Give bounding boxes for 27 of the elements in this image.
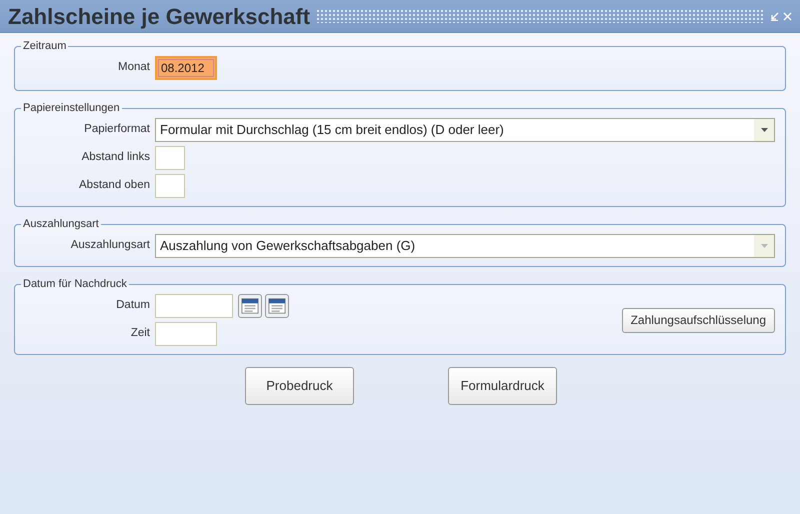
field-label: Auszahlungsart: [70, 238, 150, 254]
input-field[interactable]: 08.2012: [155, 56, 217, 80]
caret-icon: [760, 128, 768, 132]
close-icon[interactable]: [783, 12, 792, 20]
group-label: Auszahlungsart: [22, 219, 100, 230]
field-label: Papierformat: [83, 122, 150, 138]
field-label: Datum: [115, 298, 150, 314]
minimize-icon[interactable]: [770, 12, 779, 20]
calendar-icon[interactable]: [265, 294, 289, 318]
group-label: Zeitraum: [22, 41, 68, 52]
date-field[interactable]: [155, 294, 233, 318]
input-field[interactable]: [155, 146, 185, 170]
field-label: Abstand oben: [78, 178, 150, 194]
field-label: Zeit: [130, 326, 150, 342]
calendar-icon[interactable]: [238, 294, 262, 318]
window-title: Zahlscheine je Gewerkschaft: [7, 2, 310, 31]
print-button[interactable]: Formulardruck: [448, 367, 557, 405]
group-label: Papiereinstellungen: [22, 103, 121, 114]
input-field[interactable]: [155, 322, 217, 346]
breakdown-button[interactable]: Zahlungsaufschlüsselung: [622, 308, 775, 332]
caret-icon: [760, 244, 768, 248]
field-label: Abstand links: [80, 150, 150, 166]
group-label: Datum für Nachdruck: [22, 279, 128, 290]
field-label: Monat: [117, 60, 150, 76]
print-button[interactable]: Probedruck: [245, 367, 354, 405]
dropdown-field[interactable]: Formular mit Durchschlag (15 cm breit endlos) (D oder leer): [155, 118, 775, 142]
input-field[interactable]: [155, 174, 185, 198]
